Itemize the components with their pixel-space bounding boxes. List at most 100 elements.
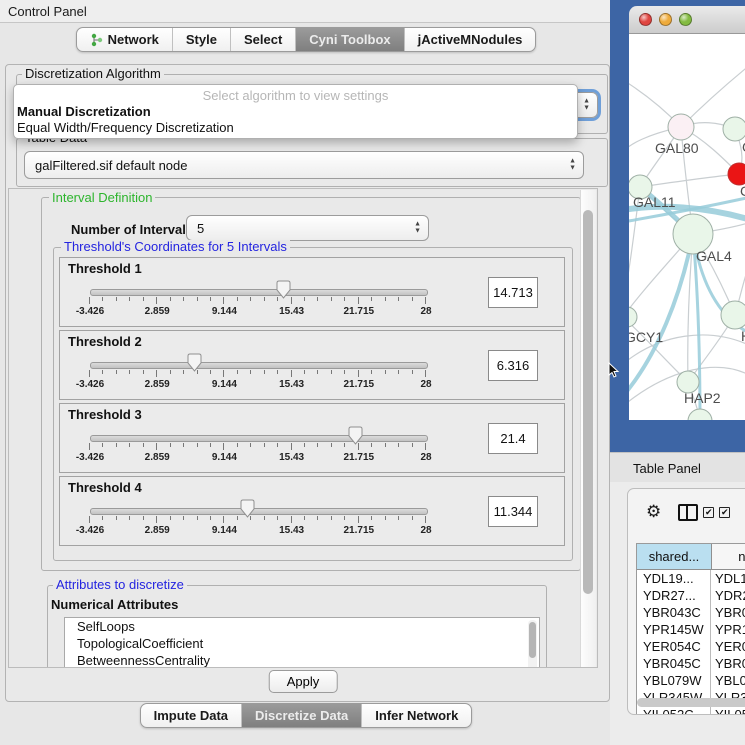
tab-impute-data[interactable]: Impute Data (141, 704, 241, 727)
tick-mark (237, 443, 238, 447)
settings-vertical-scrollbar[interactable] (580, 190, 596, 668)
tab-network-label: Network (108, 32, 159, 47)
network-window-titlebar[interactable] (629, 6, 745, 34)
cell-name[interactable]: YBL079W (711, 672, 745, 689)
list-item-topologicalcoefficient[interactable]: TopologicalCoefficient (65, 635, 539, 652)
tick-mark (371, 516, 372, 520)
threshold-slider-track[interactable] (90, 289, 428, 296)
list-item-selfloops[interactable]: SelfLoops (65, 618, 539, 635)
tick-mark (197, 297, 198, 301)
tab-cyni-toolbox[interactable]: Cyni Toolbox (295, 28, 403, 51)
zoom-traffic-light-icon[interactable] (679, 13, 692, 26)
network-node[interactable] (668, 114, 694, 140)
number-of-intervals-label: Number of Intervals (71, 222, 193, 237)
tick-mark (89, 297, 90, 304)
tick-mark (304, 516, 305, 520)
list-item-betweennesscentrality[interactable]: BetweennessCentrality (65, 652, 539, 668)
gear-icon[interactable]: ⚙ (646, 502, 661, 522)
tick-mark (156, 297, 157, 304)
threshold-value-field[interactable]: 6.316 (488, 350, 538, 381)
network-node[interactable] (688, 409, 712, 420)
cell-shared-name[interactable]: YDR27... (637, 587, 711, 604)
tab-style[interactable]: Style (172, 28, 230, 51)
network-node[interactable] (728, 163, 745, 185)
network-node[interactable] (721, 301, 745, 329)
cell-name[interactable]: YBR043C (711, 604, 745, 621)
split-columns-icon[interactable] (678, 504, 698, 521)
numerical-attributes-list[interactable]: SelfLoopsTopologicalCoefficientBetweenne… (64, 617, 540, 668)
table-row[interactable]: YDR27...YDR27... (637, 587, 745, 604)
tick-label: 28 (420, 379, 431, 390)
minimize-traffic-light-icon[interactable] (659, 13, 672, 26)
settings-scroll-pane: Interval Definition Number of Intervals … (8, 188, 598, 668)
dropdown-item-manual-discretization[interactable]: Manual Discretization (14, 104, 577, 120)
tick-label: -3.426 (76, 525, 104, 536)
threshold-slider-thumb[interactable] (187, 353, 202, 372)
cell-shared-name[interactable]: YBR043C (637, 604, 711, 621)
network-graph: GAL80GGAL11CGAL4GCY1HHAP2 (629, 34, 745, 420)
table-data-combo-value: galFiltered.sif default node (35, 158, 187, 173)
threshold-slider-thumb[interactable] (240, 499, 255, 518)
cell-name[interactable]: YIL052C (711, 706, 745, 715)
tab-jactivemnodules[interactable]: jActiveMNodules (404, 28, 536, 51)
threshold-slider-track[interactable] (90, 435, 428, 442)
network-node[interactable] (723, 117, 745, 141)
cell-shared-name[interactable]: YBR045C (637, 655, 711, 672)
tick-mark (291, 516, 292, 523)
network-canvas[interactable]: GAL80GGAL11CGAL4GCY1HHAP2 (629, 34, 745, 420)
tab-discretize-data[interactable]: Discretize Data (241, 704, 361, 727)
table-row[interactable]: YBR043CYBR043C (637, 604, 745, 621)
checkbox-icon[interactable]: ✔ (703, 507, 714, 518)
cell-shared-name[interactable]: YPR145W (637, 621, 711, 638)
cell-shared-name[interactable]: YDL19... (637, 570, 711, 587)
number-of-intervals-combo[interactable]: 5 ▲▼ (186, 215, 429, 241)
tick-mark (277, 443, 278, 447)
table-row[interactable]: YBL079WYBL079W (637, 672, 745, 689)
cell-shared-name[interactable]: YBL079W (637, 672, 711, 689)
threshold-slider-track[interactable] (90, 508, 428, 515)
cell-name[interactable]: YER054C (711, 638, 745, 655)
tick-mark (385, 370, 386, 374)
network-node[interactable] (629, 307, 637, 327)
close-traffic-light-icon[interactable] (639, 13, 652, 26)
tab-infer-network[interactable]: Infer Network (361, 704, 471, 727)
tab-select[interactable]: Select (230, 28, 295, 51)
table-horizontal-scrollbar[interactable] (637, 698, 745, 707)
cell-name[interactable]: YDR27... (711, 587, 745, 604)
cell-name[interactable]: YPR145W (711, 621, 745, 638)
checkbox-icon[interactable]: ✔ (719, 507, 730, 518)
threshold-slider-track[interactable] (90, 362, 428, 369)
table-row[interactable]: YPR145WYPR145W (637, 621, 745, 638)
tab-network[interactable]: Network (77, 28, 172, 51)
table-row[interactable]: YIL052CYIL052C (637, 706, 745, 715)
table-panel-title: Table Panel (633, 461, 701, 476)
cell-shared-name[interactable]: YER054C (637, 638, 711, 655)
tick-label: 15.43 (279, 452, 304, 463)
cell-name[interactable]: YBR045C (711, 655, 745, 672)
tick-mark (264, 370, 265, 374)
tab-infer-network-label: Infer Network (375, 708, 458, 723)
threshold-slider-thumb[interactable] (348, 426, 363, 445)
list-scrollbar[interactable] (528, 620, 537, 668)
tick-mark (331, 516, 332, 520)
tick-label: 15.43 (279, 525, 304, 536)
tick-mark (89, 370, 90, 377)
threshold-value-field[interactable]: 11.344 (488, 496, 538, 527)
dropdown-item-equal-width-frequency[interactable]: Equal Width/Frequency Discretization (14, 120, 577, 136)
table-data-combo[interactable]: galFiltered.sif default node ▲▼ (24, 151, 584, 179)
tick-mark (358, 516, 359, 523)
top-tab-strip: Network Style SelectCyni ToolboxjActiveMNo… (76, 27, 537, 52)
threshold-value-field[interactable]: 21.4 (488, 423, 538, 454)
table-row[interactable]: YER054CYER054C (637, 638, 745, 655)
column-header-shared-name[interactable]: shared... (637, 544, 712, 569)
cell-name[interactable]: YDL19... (711, 570, 745, 587)
threshold-label: Threshold 1 (68, 261, 142, 276)
column-header-name[interactable]: name (712, 544, 745, 569)
threshold-value-field[interactable]: 14.713 (488, 277, 538, 308)
table-row[interactable]: YBR045CYBR045C (637, 655, 745, 672)
tab-style-label: Style (186, 32, 217, 47)
cell-shared-name[interactable]: YIL052C (637, 706, 711, 715)
threshold-slider-thumb[interactable] (276, 280, 291, 299)
table-row[interactable]: YDL19...YDL19... (637, 570, 745, 587)
apply-button[interactable]: Apply (269, 670, 338, 693)
